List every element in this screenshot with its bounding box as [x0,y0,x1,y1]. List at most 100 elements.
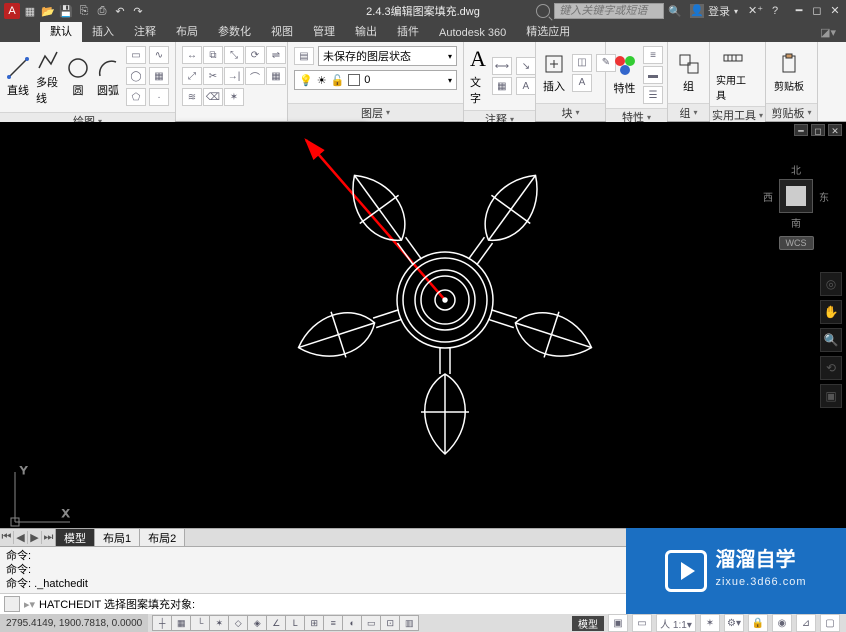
offset-icon[interactable]: ≋ [182,88,202,106]
rotate-icon[interactable]: ⟳ [245,46,265,64]
hatch-icon[interactable]: ▦ [149,67,169,85]
fillet-icon[interactable]: ⌒ [245,67,265,85]
viewcube-face[interactable] [779,179,813,213]
arc-button[interactable]: 圆弧 [96,56,120,98]
save-icon[interactable]: 💾 [58,3,74,19]
sb-iso-icon[interactable]: ⊿ [796,614,816,632]
search-go[interactable]: 🔍 [668,5,682,18]
block-panel-label[interactable]: 块 [536,103,605,121]
group-button[interactable]: 组 [674,52,703,94]
tab-addins[interactable]: 插件 [387,20,429,42]
tab-default[interactable]: 默认 [40,20,82,42]
mtext-icon[interactable]: A [516,77,536,95]
sb-ortho-icon[interactable]: └ [190,615,210,631]
lt-last-icon[interactable]: ⏭ [42,531,56,544]
ellipse-icon[interactable]: ◯ [126,67,146,85]
tab-a360[interactable]: Autodesk 360 [429,24,516,42]
sb-polar-icon[interactable]: ✶ [209,615,229,631]
sb-max-icon[interactable]: ▭ [632,614,652,632]
circle-button[interactable]: 圆 [66,56,90,98]
sb-lock-icon[interactable]: 🔒 [748,614,768,632]
line-button[interactable]: 直线 [6,56,30,98]
tab-expand[interactable]: ◪▾ [810,23,846,42]
table-icon[interactable]: ▦ [492,77,512,95]
explode-icon[interactable]: ✶ [224,88,244,106]
close-button[interactable]: ✕ [828,4,842,18]
pline-button[interactable]: 多段线 [36,48,60,106]
saveas-icon[interactable]: ⎘ [76,3,92,19]
exchange-icon[interactable]: ✕⁺ [748,4,762,18]
viewcube[interactable]: 北 西 东 南 WCS [764,162,828,250]
nav-showmotion-icon[interactable]: ▣ [820,384,842,408]
move-icon[interactable]: ↔ [182,46,202,64]
sb-qp-icon[interactable]: ▭ [361,615,381,631]
layout-tab-model[interactable]: 模型 [55,528,95,548]
rect-icon[interactable]: ▭ [126,46,146,64]
point-icon[interactable]: · [149,88,169,106]
nav-orbit-icon[interactable]: ⟲ [820,356,842,380]
leader-icon[interactable]: ↘ [516,57,536,75]
tab-manage[interactable]: 管理 [303,20,345,42]
sb-ducs-icon[interactable]: L [285,615,305,631]
layer-panel-label[interactable]: 图层 [288,103,463,121]
array-icon[interactable]: ▦ [266,67,286,85]
trim-icon[interactable]: ✂ [203,67,223,85]
plot-icon[interactable]: ⎙ [94,3,110,19]
app-menu-icon[interactable]: A [4,3,20,19]
util-panel-label[interactable]: 实用工具 [710,106,765,123]
nav-zoom-icon[interactable]: 🔍 [820,328,842,352]
min-button[interactable]: ━ [792,4,806,18]
sb-otrack-icon[interactable]: ∠ [266,615,286,631]
sb-snap-icon[interactable]: ┼ [152,615,172,631]
bylayer-icon[interactable]: ▬ [643,66,663,84]
match-icon[interactable]: ≡ [643,46,663,64]
list-icon[interactable]: ☰ [643,86,663,104]
sb-model-button[interactable]: 模型 [572,616,604,631]
copy-icon[interactable]: ⧉ [203,46,223,64]
open-icon[interactable]: 📂 [40,3,56,19]
sb-annov-icon[interactable]: ✶ [700,614,720,632]
tab-view[interactable]: 视图 [261,20,303,42]
cmd-icon[interactable] [4,596,20,612]
search-input[interactable] [554,3,664,19]
help-icon[interactable]: ? [768,4,782,18]
dim-linear-icon[interactable]: ⟷ [492,57,512,75]
layer-props-icon[interactable]: ▤ [294,47,314,65]
sb-hw-icon[interactable]: ◉ [772,614,792,632]
tab-insert[interactable]: 插入 [82,20,124,42]
tab-layout[interactable]: 布局 [166,20,208,42]
sb-ws-icon[interactable]: ⚙▾ [724,614,744,632]
spline-icon[interactable]: ∿ [149,46,169,64]
layout-tab-2[interactable]: 布局2 [139,528,185,548]
sb-dyn-icon[interactable]: ⊞ [304,615,324,631]
erase-icon[interactable]: ⌫ [203,88,223,106]
attr-icon[interactable]: A [572,74,592,92]
paste-button[interactable]: 剪贴板 [772,52,806,93]
clip-panel-label[interactable]: 剪贴板 [766,103,817,121]
layout-tab-1[interactable]: 布局1 [94,528,140,548]
tab-featured[interactable]: 精选应用 [516,20,580,42]
redo-icon[interactable]: ↷ [130,3,146,19]
extend-icon[interactable]: →| [224,67,244,85]
sb-clean-icon[interactable]: ▢ [820,614,840,632]
layer-state-combo[interactable]: 未保存的图层状态▾ [318,46,457,66]
measure-button[interactable]: 实用工具 [716,46,750,102]
lt-next-icon[interactable]: ▶ [28,531,42,544]
new-icon[interactable]: ▦ [22,3,38,19]
tab-output[interactable]: 输出 [345,20,387,42]
nav-wheel-icon[interactable]: ◎ [820,272,842,296]
lt-prev-icon[interactable]: ◀ [14,531,28,544]
sb-trans-icon[interactable]: ◐ [342,615,362,631]
sb-3dosnap-icon[interactable]: ◈ [247,615,267,631]
stretch-icon[interactable]: ⤡ [224,46,244,64]
insert-button[interactable]: 插入 [542,52,566,94]
sb-layout-icon[interactable]: ▣ [608,614,628,632]
tab-parametric[interactable]: 参数化 [208,20,261,42]
scale-icon[interactable]: ⤢ [182,67,202,85]
model-space[interactable]: ━ ◻ ✕ [0,122,846,528]
wcs-label[interactable]: WCS [779,236,814,250]
props-button[interactable]: 特性 [612,54,637,96]
undo-icon[interactable]: ↶ [112,3,128,19]
text-button[interactable]: A 文字 [470,46,486,106]
sb-grid-icon[interactable]: ▦ [171,615,191,631]
